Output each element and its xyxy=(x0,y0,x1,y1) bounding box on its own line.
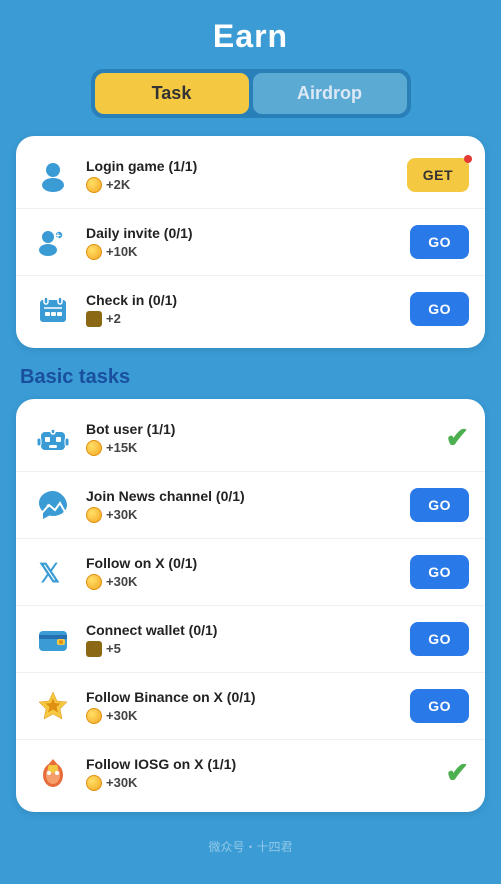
daily-invite-icon: + xyxy=(32,221,74,263)
bot-user-name: Bot user (1/1) xyxy=(86,421,434,437)
join-news-reward: +30K xyxy=(86,507,398,523)
bot-user-icon xyxy=(32,417,74,459)
login-game-info: Login game (1/1) +2K xyxy=(86,158,395,193)
tab-task[interactable]: Task xyxy=(95,73,249,114)
follow-x-info: Follow on X (0/1) +30K xyxy=(86,555,398,590)
follow-binance-name: Follow Binance on X (0/1) xyxy=(86,689,398,705)
svg-text:+: + xyxy=(55,231,61,242)
follow-iosg-reward: +30K xyxy=(86,775,434,791)
tab-bar: Task Airdrop xyxy=(91,69,411,118)
follow-binance-icon xyxy=(32,685,74,727)
follow-binance-go-button[interactable]: GO xyxy=(410,689,469,723)
follow-iosg-icon xyxy=(32,752,74,794)
coin-icon xyxy=(86,708,102,724)
daily-tasks-card: Login game (1/1) +2K GET + Daily invite … xyxy=(16,136,485,348)
daily-invite-name: Daily invite (0/1) xyxy=(86,225,398,241)
follow-x-icon: 𝕏 xyxy=(32,551,74,593)
basic-tasks-card: Bot user (1/1) +15K ✔ Join News channel … xyxy=(16,399,485,812)
check-in-info: Check in (0/1) +2 xyxy=(86,292,398,327)
follow-iosg-info: Follow IOSG on X (1/1) +30K xyxy=(86,756,434,791)
follow-x-reward: +30K xyxy=(86,574,398,590)
page-title: Earn xyxy=(0,0,501,69)
bot-user-reward: +15K xyxy=(86,440,434,456)
follow-iosg-name: Follow IOSG on X (1/1) xyxy=(86,756,434,772)
check-in-go-button[interactable]: GO xyxy=(410,292,469,326)
check-in-icon xyxy=(32,288,74,330)
daily-invite-reward: +10K xyxy=(86,244,398,260)
join-news-name: Join News channel (0/1) xyxy=(86,488,398,504)
task-row-follow-iosg: Follow IOSG on X (1/1) +30K ✔ xyxy=(16,740,485,806)
task-row-check-in: Check in (0/1) +2 GO xyxy=(16,276,485,342)
coin-icon xyxy=(86,177,102,193)
task-row-connect-wallet: Connect wallet (0/1) +5 GO xyxy=(16,606,485,673)
coin-icon xyxy=(86,775,102,791)
basic-tasks-title: Basic tasks xyxy=(20,366,481,389)
follow-x-go-button[interactable]: GO xyxy=(410,555,469,589)
daily-invite-go-button[interactable]: GO xyxy=(410,225,469,259)
task-row-daily-invite: + Daily invite (0/1) +10K GO xyxy=(16,209,485,276)
task-row-bot-user: Bot user (1/1) +15K ✔ xyxy=(16,405,485,472)
watermark: 微众号・十四君 xyxy=(0,830,501,867)
bot-user-info: Bot user (1/1) +15K xyxy=(86,421,434,456)
briefcase-icon xyxy=(86,641,102,657)
join-news-icon xyxy=(32,484,74,526)
connect-wallet-name: Connect wallet (0/1) xyxy=(86,622,398,638)
coin-icon xyxy=(86,574,102,590)
tab-airdrop[interactable]: Airdrop xyxy=(253,73,407,114)
task-row-follow-x: 𝕏 Follow on X (0/1) +30K GO xyxy=(16,539,485,606)
follow-iosg-check: ✔ xyxy=(446,759,469,787)
task-row-follow-binance: Follow Binance on X (0/1) +30K GO xyxy=(16,673,485,740)
connect-wallet-go-button[interactable]: GO xyxy=(410,622,469,656)
check-in-reward: +2 xyxy=(86,311,398,327)
follow-binance-reward: +30K xyxy=(86,708,398,724)
join-news-go-button[interactable]: GO xyxy=(410,488,469,522)
bot-user-check: ✔ xyxy=(446,424,469,452)
connect-wallet-icon xyxy=(32,618,74,660)
connect-wallet-reward: +5 xyxy=(86,641,398,657)
follow-binance-info: Follow Binance on X (0/1) +30K xyxy=(86,689,398,724)
login-game-get-button[interactable]: GET xyxy=(407,158,469,192)
svg-text:𝕏: 𝕏 xyxy=(39,558,60,588)
coin-icon xyxy=(86,507,102,523)
check-in-name: Check in (0/1) xyxy=(86,292,398,308)
follow-x-name: Follow on X (0/1) xyxy=(86,555,398,571)
daily-invite-info: Daily invite (0/1) +10K xyxy=(86,225,398,260)
login-game-icon xyxy=(32,154,74,196)
task-row-login-game: Login game (1/1) +2K GET xyxy=(16,142,485,209)
join-news-info: Join News channel (0/1) +30K xyxy=(86,488,398,523)
login-game-name: Login game (1/1) xyxy=(86,158,395,174)
coin-icon xyxy=(86,440,102,456)
connect-wallet-info: Connect wallet (0/1) +5 xyxy=(86,622,398,657)
briefcase-icon xyxy=(86,311,102,327)
task-row-join-news: Join News channel (0/1) +30K GO xyxy=(16,472,485,539)
login-game-reward: +2K xyxy=(86,177,395,193)
coin-icon xyxy=(86,244,102,260)
